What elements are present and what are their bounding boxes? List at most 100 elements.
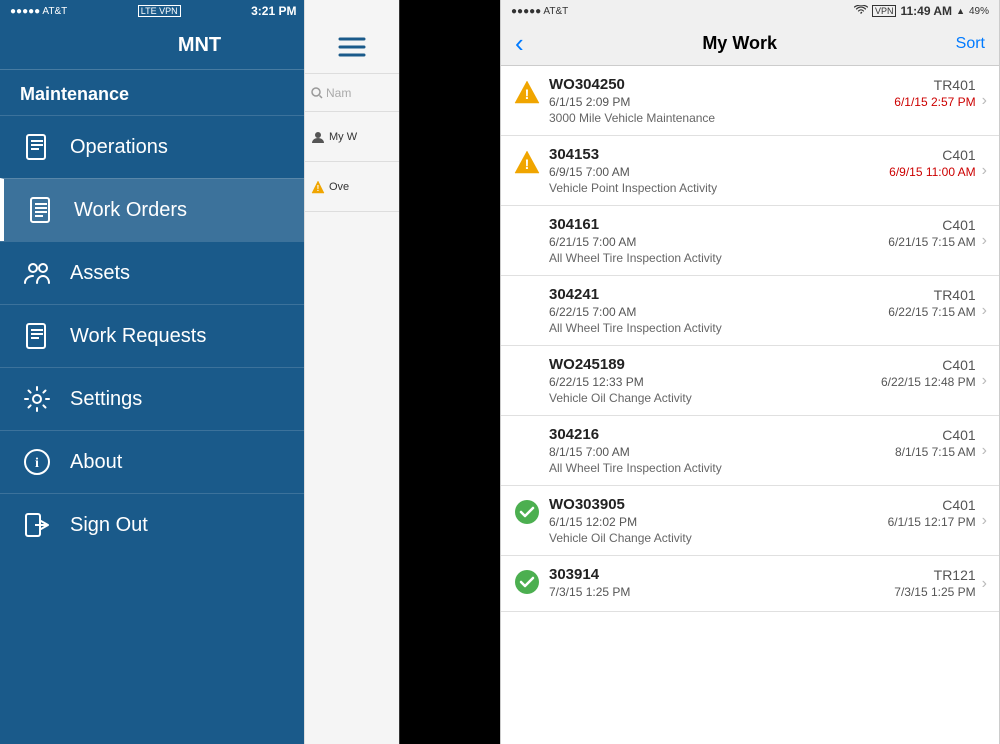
work-item-code: TR401 bbox=[934, 77, 976, 93]
work-item-desc: All Wheel Tire Inspection Activity bbox=[549, 321, 976, 335]
work-item-code: C401 bbox=[942, 427, 975, 443]
work-item-desc: Vehicle Oil Change Activity bbox=[549, 391, 976, 405]
work-item-date-end: 6/1/15 2:57 PM bbox=[894, 95, 975, 109]
work-item-code: C401 bbox=[942, 497, 975, 513]
work-item-status-icon: ! bbox=[513, 148, 541, 176]
work-item-date-start: 6/21/15 7:00 AM bbox=[549, 235, 636, 249]
chevron-right-icon: › bbox=[982, 512, 987, 530]
work-item-date-end: 7/3/15 1:25 PM bbox=[894, 585, 975, 599]
overlay-tab1-text: My W bbox=[329, 131, 357, 143]
work-item-date-start: 6/1/15 12:02 PM bbox=[549, 515, 637, 529]
overlay-tab-overdue[interactable]: ! Ove bbox=[305, 162, 399, 212]
svg-text:i: i bbox=[35, 456, 39, 471]
carrier-right: ●●●●● AT&T bbox=[511, 6, 568, 17]
overlay-menu-icon[interactable] bbox=[305, 22, 399, 74]
work-list: ! WO304250 TR401 6/1/15 2:09 PM 6/1/15 2… bbox=[501, 66, 999, 744]
svg-text:!: ! bbox=[525, 156, 530, 172]
location-icon: ▲ bbox=[956, 6, 965, 16]
work-item-date-end: 6/22/15 12:48 PM bbox=[881, 375, 976, 389]
work-item-content: 304241 TR401 6/22/15 7:00 AM 6/22/15 7:1… bbox=[549, 286, 976, 335]
chevron-right-icon: › bbox=[982, 575, 987, 593]
work-item-status-icon bbox=[513, 428, 541, 456]
work-item-date-start: 6/22/15 7:00 AM bbox=[549, 305, 636, 319]
work-item-desc: 3000 Mile Vehicle Maintenance bbox=[549, 111, 976, 125]
work-item-date-start: 6/1/15 2:09 PM bbox=[549, 95, 630, 109]
sign-out-label: Sign Out bbox=[70, 514, 148, 537]
sort-button[interactable]: Sort bbox=[956, 35, 985, 53]
right-phone: ●●●●● AT&T VPN 11:49 AM ▲ 49% ‹ My Work … bbox=[500, 0, 1000, 744]
work-item[interactable]: ! 304153 C401 6/9/15 7:00 AM 6/9/15 11:0… bbox=[501, 136, 999, 206]
work-item-id: WO304250 bbox=[549, 76, 625, 93]
work-item-id: 304216 bbox=[549, 426, 599, 443]
work-item-desc: Vehicle Oil Change Activity bbox=[549, 531, 976, 545]
work-item[interactable]: 304216 C401 8/1/15 7:00 AM 8/1/15 7:15 A… bbox=[501, 416, 999, 486]
work-item-id: WO245189 bbox=[549, 356, 625, 373]
work-item-code: TR121 bbox=[934, 567, 976, 583]
overlay-tab2-text: Ove bbox=[329, 181, 349, 193]
work-orders-icon bbox=[24, 193, 58, 227]
partial-overlay: Nam My W ! Ove bbox=[304, 0, 399, 744]
page-title: My Work bbox=[702, 33, 777, 54]
work-item[interactable]: 303914 TR121 7/3/15 1:25 PM 7/3/15 1:25 … bbox=[501, 556, 999, 612]
work-item-date-start: 7/3/15 1:25 PM bbox=[549, 585, 630, 599]
time-right: 11:49 AM bbox=[900, 4, 952, 18]
work-item-status-icon bbox=[513, 568, 541, 596]
work-requests-icon bbox=[20, 319, 54, 353]
left-phone: ●●●●● AT&T LTE VPN 3:21 PM ▮▮▮▮ MNT Main… bbox=[0, 0, 400, 744]
work-item-status-icon: ! bbox=[513, 78, 541, 106]
work-item-desc: All Wheel Tire Inspection Activity bbox=[549, 461, 976, 475]
work-item-code: C401 bbox=[942, 217, 975, 233]
chevron-right-icon: › bbox=[982, 372, 987, 390]
network-right: VPN bbox=[872, 5, 897, 17]
chevron-right-icon: › bbox=[982, 92, 987, 110]
work-item[interactable]: WO245189 C401 6/22/15 12:33 PM 6/22/15 1… bbox=[501, 346, 999, 416]
work-item-id: 304241 bbox=[549, 286, 599, 303]
work-item-date-start: 6/22/15 12:33 PM bbox=[549, 375, 644, 389]
work-item-date-start: 6/9/15 7:00 AM bbox=[549, 165, 630, 179]
work-item-status-icon bbox=[513, 218, 541, 246]
work-item-date-end: 6/21/15 7:15 AM bbox=[888, 235, 975, 249]
work-item-content: 304216 C401 8/1/15 7:00 AM 8/1/15 7:15 A… bbox=[549, 426, 976, 475]
work-orders-label: Work Orders bbox=[74, 199, 187, 222]
about-icon: i bbox=[20, 445, 54, 479]
work-item-code: C401 bbox=[942, 147, 975, 163]
svg-text:!: ! bbox=[317, 184, 320, 193]
work-item-date-end: 6/22/15 7:15 AM bbox=[888, 305, 975, 319]
nav-bar: ‹ My Work Sort bbox=[501, 22, 999, 66]
overlay-search[interactable]: Nam bbox=[305, 74, 399, 112]
work-item-status-icon bbox=[513, 358, 541, 386]
work-item[interactable]: 304161 C401 6/21/15 7:00 AM 6/21/15 7:15… bbox=[501, 206, 999, 276]
work-item-code: TR401 bbox=[934, 287, 976, 303]
chevron-right-icon: › bbox=[982, 162, 987, 180]
work-item-date-start: 8/1/15 7:00 AM bbox=[549, 445, 630, 459]
work-item[interactable]: 304241 TR401 6/22/15 7:00 AM 6/22/15 7:1… bbox=[501, 276, 999, 346]
work-item-id: 304161 bbox=[549, 216, 599, 233]
assets-icon bbox=[20, 256, 54, 290]
overlay-search-text: Nam bbox=[326, 86, 351, 100]
work-item-content: 303914 TR121 7/3/15 1:25 PM 7/3/15 1:25 … bbox=[549, 566, 976, 601]
work-item[interactable]: ! WO304250 TR401 6/1/15 2:09 PM 6/1/15 2… bbox=[501, 66, 999, 136]
time-left: 3:21 PM bbox=[251, 4, 296, 18]
network-left: LTE VPN bbox=[138, 5, 181, 17]
work-item-date-end: 6/1/15 12:17 PM bbox=[888, 515, 976, 529]
work-item-id: 303914 bbox=[549, 566, 599, 583]
work-item-status-icon bbox=[513, 498, 541, 526]
work-item[interactable]: WO303905 C401 6/1/15 12:02 PM 6/1/15 12:… bbox=[501, 486, 999, 556]
carrier-left: ●●●●● AT&T bbox=[10, 6, 67, 17]
work-item-desc: Vehicle Point Inspection Activity bbox=[549, 181, 976, 195]
settings-label: Settings bbox=[70, 388, 142, 411]
operations-icon bbox=[20, 130, 54, 164]
work-item-content: WO304250 TR401 6/1/15 2:09 PM 6/1/15 2:5… bbox=[549, 76, 976, 125]
back-button[interactable]: ‹ bbox=[515, 28, 524, 59]
svg-text:!: ! bbox=[525, 86, 530, 102]
overlay-tab-mywork[interactable]: My W bbox=[305, 112, 399, 162]
chevron-right-icon: › bbox=[982, 232, 987, 250]
work-item-content: 304161 C401 6/21/15 7:00 AM 6/21/15 7:15… bbox=[549, 216, 976, 265]
assets-label: Assets bbox=[70, 262, 130, 285]
work-item-content: 304153 C401 6/9/15 7:00 AM 6/9/15 11:00 … bbox=[549, 146, 976, 195]
work-item-content: WO245189 C401 6/22/15 12:33 PM 6/22/15 1… bbox=[549, 356, 976, 405]
chevron-right-icon: › bbox=[982, 442, 987, 460]
work-item-desc: All Wheel Tire Inspection Activity bbox=[549, 251, 976, 265]
work-item-content: WO303905 C401 6/1/15 12:02 PM 6/1/15 12:… bbox=[549, 496, 976, 545]
work-item-id: WO303905 bbox=[549, 496, 625, 513]
